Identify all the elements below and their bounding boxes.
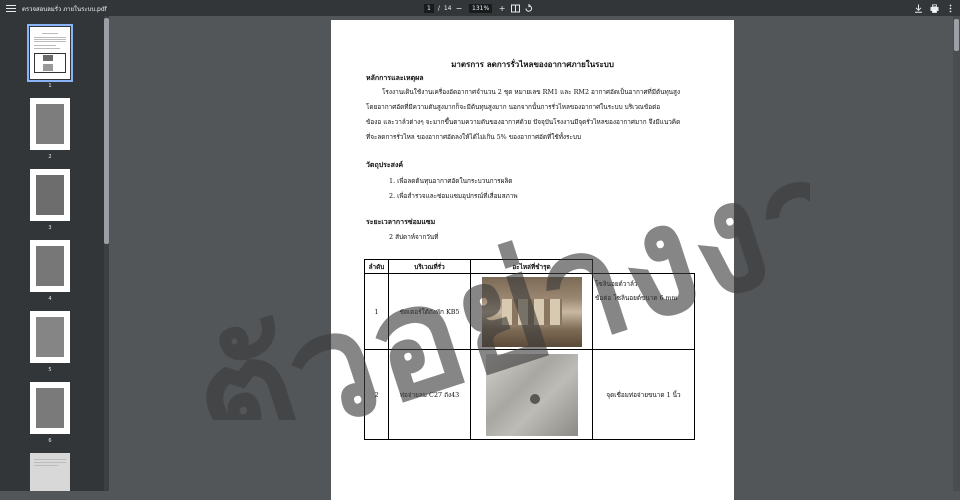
zoom-input[interactable]: 131% — [469, 3, 493, 13]
viewer-scrollbar[interactable] — [953, 16, 960, 491]
part-line: จุดเชื่อมท่อจ่ายขนาด 1 นิ้ว — [606, 390, 681, 399]
part-line: โซลินอยด์วาล์ว — [595, 280, 638, 288]
table-header: อะไหล่ที่ชำรุด — [470, 259, 593, 274]
thumbnail-page[interactable] — [30, 382, 70, 434]
pdf-toolbar: ตรวจสอบลมรั่ว ภายในระบบ.pdf 1 / 14 − 131… — [0, 0, 960, 16]
viewer-scrollbar-thumb[interactable] — [954, 19, 959, 51]
pdf-page: มาตรการ ลดการรั่วไหลของอากาศภายในระบบ หล… — [331, 20, 734, 500]
objective-item: 2. เพื่อสำรวจและซ่อมแซมอุปกรณ์ที่เสื่อมส… — [389, 192, 518, 200]
thumbnail-number: 1 — [48, 83, 52, 89]
heading-principle: หลักการและเหตุผล — [366, 73, 424, 82]
download-icon[interactable] — [913, 3, 923, 13]
menu-icon[interactable] — [6, 3, 16, 13]
zoom-out-button[interactable]: − — [454, 3, 464, 13]
zoom-control: − 131% + — [454, 3, 507, 13]
page-control: 1 / 14 — [424, 3, 452, 13]
table-row: 2 ท่อจ่ายลม C27 ถัง43 จุดเชื่อมท่อจ่ายขน… — [364, 349, 695, 440]
rotate-icon[interactable] — [523, 3, 533, 13]
page-number-input[interactable]: 1 — [424, 3, 434, 13]
heading-objective: วัตถุประสงค์ — [366, 160, 404, 169]
table-header: ลำดับ — [364, 259, 389, 274]
more-options-icon[interactable] — [945, 3, 955, 13]
thumbnail-number: 2 — [48, 154, 52, 160]
period-line: 2 สัปดาห์จากวันที่ — [389, 233, 439, 241]
thumbnail-page[interactable] — [30, 311, 70, 363]
page-separator: / — [437, 4, 440, 12]
row-photo — [470, 273, 593, 350]
page-total: 14 — [443, 4, 452, 12]
row-parts: จุดเชื่อมท่อจ่ายขนาด 1 นิ้ว — [592, 349, 695, 440]
row-number: 2 — [364, 349, 389, 440]
file-name: ตรวจสอบลมรั่ว ภายในระบบ.pdf — [22, 6, 107, 13]
table-row: 1 ชัตเตอร์ใต้ถังพัก KB5 โซลินอยด์วาล์ว ข… — [364, 273, 695, 350]
thumbnail-number: 6 — [48, 438, 52, 444]
row-number: 1 — [364, 273, 389, 350]
thumbnail-page[interactable] — [30, 169, 70, 221]
row-parts: โซลินอยด์วาล์ว ข้อต่อ โซลินอยด์ขนาด 6 mm — [592, 273, 695, 350]
row-location: ท่อจ่ายลม C27 ถัง43 — [388, 349, 471, 440]
leak-photo — [481, 276, 582, 347]
thumbnail-sidebar: 1 2 3 4 5 6 — [0, 16, 104, 491]
fit-page-icon[interactable] — [510, 3, 520, 13]
principle-line: โดยอากาศอัดที่มีความดันสูงมากก็จะมีต้นทุ… — [366, 103, 661, 111]
part-line: ข้อต่อ โซลินอยด์ขนาด 6 mm — [595, 294, 678, 302]
thumbnail-number: 3 — [48, 225, 52, 231]
thumbnail-number: 5 — [48, 367, 52, 373]
repair-table: ลำดับ บริเวณที่รั่ว อะไหล่ที่ชำรุด 1 ชัต… — [364, 259, 695, 440]
heading-period: ระยะเวลาการซ่อมแซม — [366, 217, 436, 226]
table-header: บริเวณที่รั่ว — [388, 259, 471, 274]
leak-photo — [485, 353, 578, 436]
principle-line: โรงงานเดินใช้งานเครื่องอัดอากาศจำนวน 2 ช… — [382, 88, 681, 96]
thumbnail-page[interactable] — [30, 453, 70, 491]
principle-line: ที่จะลดการรั่วไหล ของอากาศอัดลงให้ได้ไม่… — [366, 133, 582, 141]
thumbnail-page[interactable] — [27, 24, 73, 82]
row-photo — [470, 349, 593, 440]
principle-line: ข้องอ และวาล์วต่างๆ จะมากขึ้นตามความดันข… — [366, 118, 681, 126]
thumbnail-page[interactable] — [30, 98, 70, 150]
row-location: ชัตเตอร์ใต้ถังพัก KB5 — [388, 273, 471, 350]
zoom-in-button[interactable]: + — [497, 3, 507, 13]
document-title: มาตรการ ลดการรั่วไหลของอากาศภายในระบบ — [451, 59, 614, 69]
objective-item: 1. เพื่อลดต้นทุนอากาศอัดในกระบวนการผลิต — [389, 177, 513, 185]
thumbnail-page[interactable] — [30, 240, 70, 292]
thumbnail-number: 4 — [48, 296, 52, 302]
print-icon[interactable] — [929, 3, 939, 13]
